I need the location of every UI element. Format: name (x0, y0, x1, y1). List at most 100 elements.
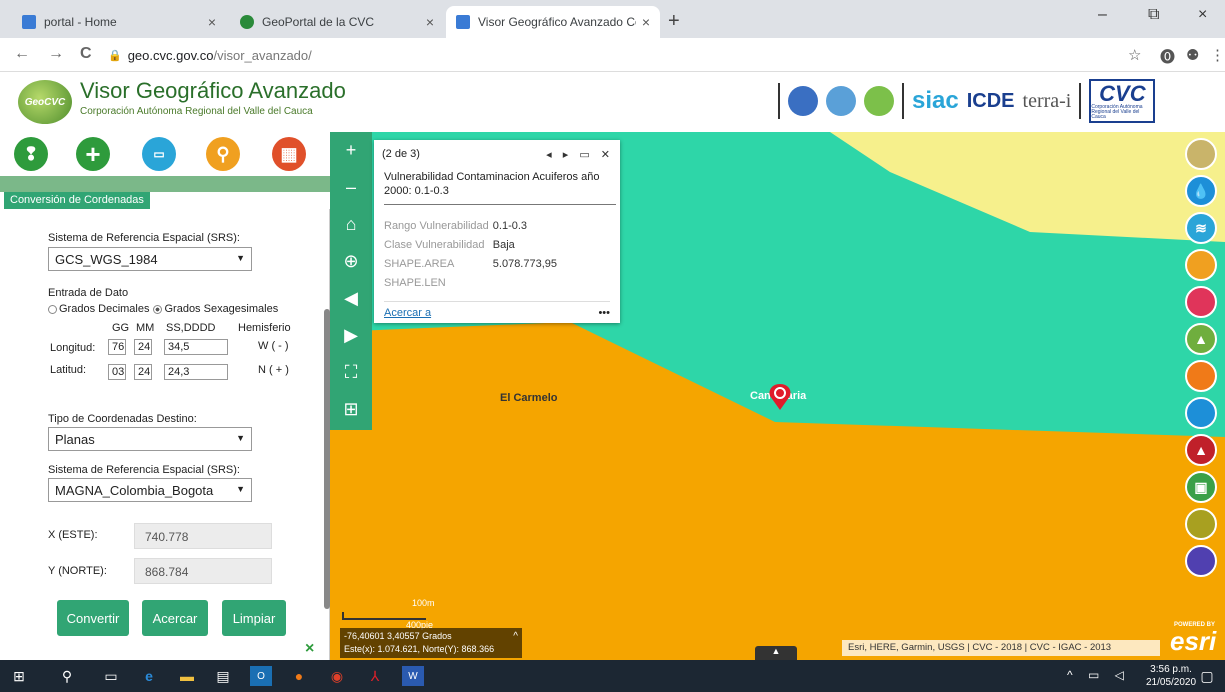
tab-close-icon[interactable]: × (208, 14, 216, 30)
new-tab-button[interactable]: + (668, 10, 680, 33)
icde-logo: ICDE (966, 89, 1015, 112)
tab-close-icon[interactable]: × (642, 14, 650, 30)
partner-logo-icon (826, 86, 856, 116)
attr-key: SHAPE.AREA (384, 257, 455, 270)
maximize-button[interactable]: ⧉ (1148, 6, 1159, 24)
outlook-icon[interactable]: O (250, 666, 272, 686)
back-button[interactable]: ← (14, 45, 30, 63)
locate-icon[interactable]: ⊕ (330, 243, 372, 280)
address-bar[interactable]: 🔒 geo.cvc.gov.co /visor_avanzado/ (108, 43, 1108, 67)
attr-key: Clase Vulnerabilidad (384, 238, 485, 251)
landscape-icon[interactable]: ▲ (1185, 434, 1217, 466)
clock[interactable]: 3:56 p.m. 21/05/2020 (1146, 663, 1196, 689)
reload-button[interactable]: C (80, 45, 92, 63)
map-pin-icon[interactable] (766, 382, 794, 412)
tab-portal-home[interactable]: portal - Home × (12, 6, 226, 38)
full-extent-icon[interactable]: ⊞ (330, 391, 372, 428)
bookmark-star-icon[interactable]: ☆ (1128, 46, 1141, 64)
terra-i-logo: terra-i (1022, 89, 1072, 112)
menu-icon[interactable]: ⋮ (1210, 46, 1225, 64)
convertir-button[interactable]: Convertir (57, 600, 129, 636)
radio-sexagesimal[interactable] (153, 304, 163, 314)
image-icon[interactable]: ▣ (1185, 471, 1217, 503)
srs-select[interactable]: GCS_WGS_1984 ▼ (48, 247, 252, 271)
fullscreen-icon[interactable]: ⛶ (330, 354, 372, 391)
location-icon[interactable]: ⚲ (206, 137, 240, 171)
previous-extent-icon[interactable]: ◀ (330, 280, 372, 317)
extension-icon[interactable]: ⓿ (1160, 46, 1175, 67)
chrome-icon[interactable]: ◉ (326, 666, 348, 686)
zoom-out-button[interactable]: – (330, 169, 372, 206)
chevron-down-icon: ▼ (236, 253, 245, 263)
animal-icon[interactable] (1185, 249, 1217, 281)
pin-icon[interactable]: ❢ (14, 137, 48, 171)
longitud-gg-input[interactable]: 76 (108, 339, 126, 355)
more-options-icon[interactable]: ••• (598, 307, 610, 319)
plant-icon[interactable] (1185, 508, 1217, 540)
latitud-gg-input[interactable]: 03 (108, 364, 126, 380)
wind-icon[interactable]: ≋ (1185, 212, 1217, 244)
profile-icon[interactable]: ⚉ (1186, 46, 1199, 64)
forward-button[interactable]: → (48, 45, 64, 63)
add-icon[interactable]: + (76, 137, 110, 171)
popup-controls[interactable]: ◂ ▸ ▭ ✕ (546, 148, 614, 161)
tab-close-icon[interactable]: × (426, 14, 434, 30)
limpiar-button[interactable]: Limpiar (222, 600, 286, 636)
chevron-down-icon: ▼ (236, 433, 245, 443)
radio-decimal[interactable] (48, 304, 57, 314)
latitud-mm-input[interactable]: 24 (134, 364, 152, 380)
feature-popup: (2 de 3) ◂ ▸ ▭ ✕ Vulnerabilidad Contamin… (374, 140, 620, 323)
attr-value: 0.1-0.3 (492, 219, 528, 232)
minimize-button[interactable]: – (1098, 6, 1107, 24)
latitud-ss-input[interactable]: 24,3 (164, 364, 228, 380)
flower-icon[interactable] (1185, 286, 1217, 318)
tipo-destino-select[interactable]: Planas ▼ (48, 427, 252, 451)
esri-logo: POWERED BY esri (1170, 622, 1216, 657)
popup-footer: Acercar a ••• (384, 301, 610, 323)
firefox-icon[interactable]: ● (288, 666, 310, 686)
attr-key: Rango Vulnerabilidad (384, 219, 489, 232)
browser-tab-strip: portal - Home × GeoPortal de la CVC × Vi… (0, 0, 1225, 38)
map-view[interactable]: + – ⌂ ⊕ ◀ ▶ ⛶ ⊞ (2 de 3) ◂ ▸ ▭ ✕ Vulnera… (330, 132, 1225, 660)
ruler-icon[interactable]: ▭ (142, 137, 176, 171)
close-panel-icon[interactable]: × (305, 640, 314, 658)
coordinate-conversion-panel: Sistema de Referencia Espacial (SRS): GC… (0, 209, 330, 660)
longitud-mm-input[interactable]: 24 (134, 339, 152, 355)
mountain-icon[interactable]: ▲ (1185, 323, 1217, 355)
tab-geoportal[interactable]: GeoPortal de la CVC × (230, 6, 444, 38)
longitud-ss-input[interactable]: 34,5 (164, 339, 228, 355)
notifications-icon[interactable]: ▢ (1196, 666, 1218, 686)
hand-icon[interactable] (1185, 545, 1217, 577)
file-explorer-icon[interactable]: ▬ (176, 666, 198, 686)
coords-toggle-button[interactable]: ^ (513, 630, 518, 643)
search-icon[interactable]: ⚲ (56, 666, 78, 686)
task-view-icon[interactable]: ▭ (100, 666, 122, 686)
calculator-icon[interactable]: ▦ (272, 137, 306, 171)
zoom-to-link[interactable]: Acercar a (384, 307, 431, 319)
pdf-reader-icon[interactable]: ⅄ (364, 666, 386, 686)
tool-row: ❢ + ▭ ⚲ ▦ (0, 132, 330, 192)
system-tray[interactable]: ^ ▭ ◁ (1067, 668, 1130, 682)
coords-degrees: -76,40601 3,40557 Grados (344, 631, 452, 641)
tab-visor-avanzado[interactable]: Visor Geográfico Avanzado Corpo × (446, 6, 660, 38)
layer-icon[interactable] (1185, 138, 1217, 170)
home-icon[interactable]: ⌂ (330, 206, 372, 243)
next-extent-icon[interactable]: ▶ (330, 317, 372, 354)
store-icon[interactable]: ▤ (212, 666, 234, 686)
edge-icon[interactable]: e (138, 666, 160, 686)
divider (1079, 83, 1082, 119)
popup-attributes: Rango Vulnerabilidad 0.1-0.3 Clase Vulner… (384, 216, 561, 292)
zoom-in-button[interactable]: + (330, 132, 372, 169)
water-drop-icon[interactable]: 💧 (1185, 175, 1217, 207)
acercar-button[interactable]: Acercar (142, 600, 208, 636)
srs2-select[interactable]: MAGNA_Colombia_Bogota ▼ (48, 478, 252, 502)
people-icon[interactable] (1185, 360, 1217, 392)
bird-icon[interactable] (1185, 397, 1217, 429)
close-window-button[interactable]: × (1198, 6, 1207, 24)
x-value-field: 740.778 (134, 523, 272, 549)
word-icon[interactable]: W (402, 666, 424, 686)
tipo-destino-label: Tipo de Coordenadas Destino: (48, 413, 197, 425)
latitud-label: Latitud: (50, 364, 87, 376)
windows-start-icon[interactable]: ⊞ (8, 666, 30, 686)
expand-panel-button[interactable]: ▲ (755, 646, 797, 660)
